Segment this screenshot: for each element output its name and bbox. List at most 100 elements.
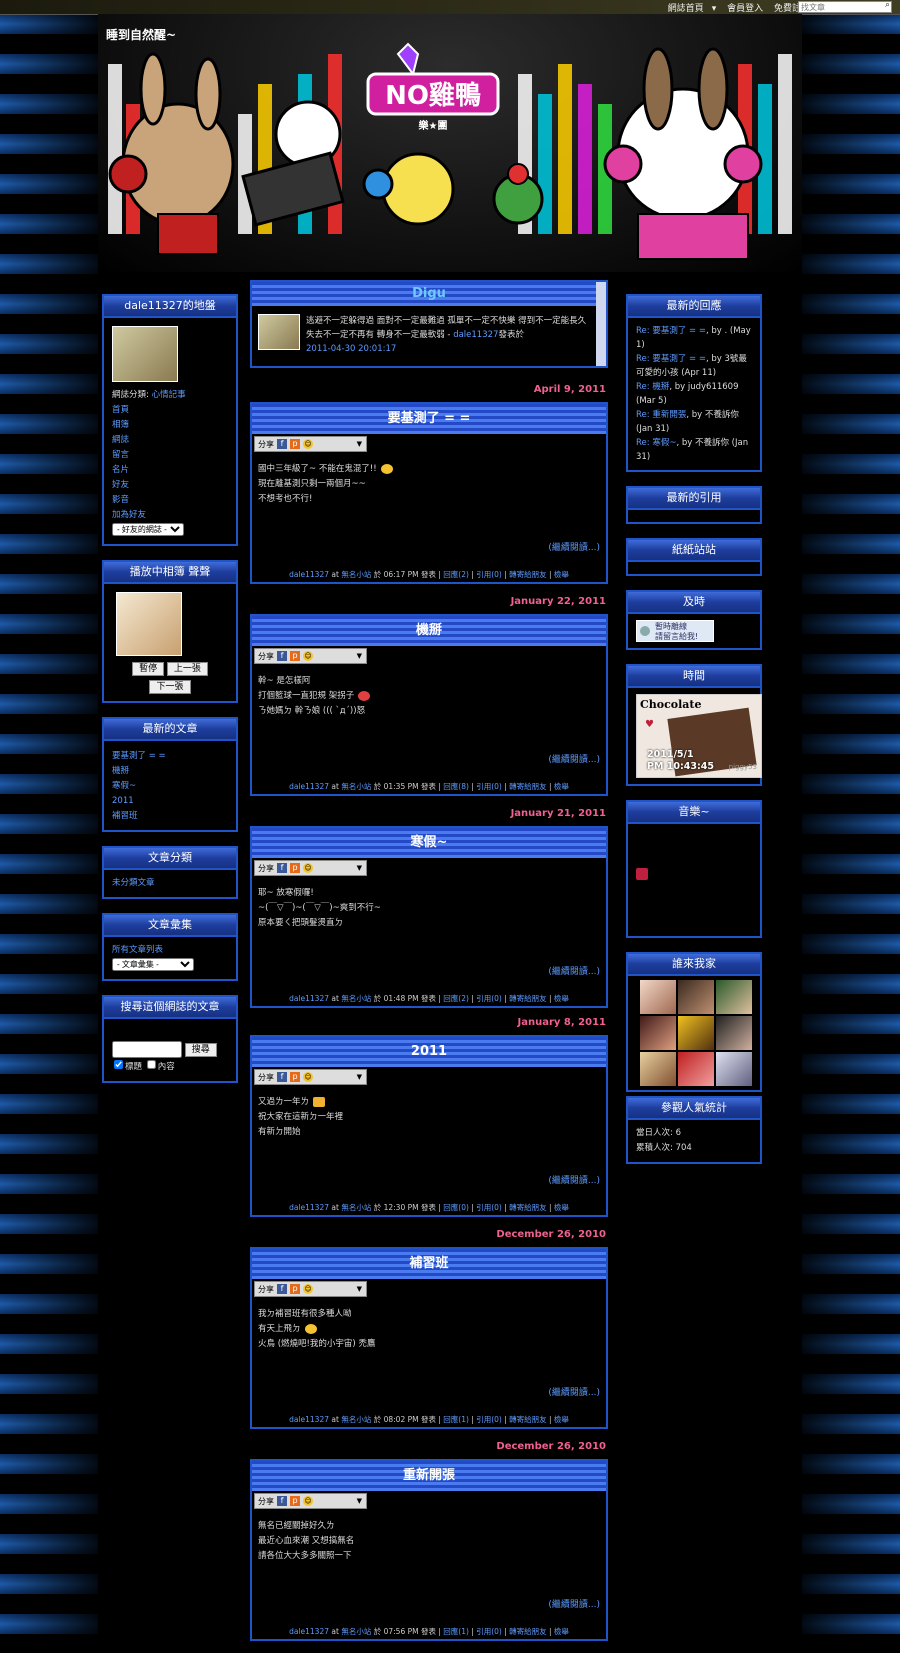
forward-link[interactable]: 轉寄給朋友: [509, 782, 547, 791]
digu-scrollbar[interactable]: [596, 282, 606, 366]
post-title[interactable]: 補習班: [252, 1249, 606, 1279]
reply-count-link[interactable]: 回應(1): [443, 1415, 469, 1424]
blog-site-link[interactable]: 無名小站: [341, 994, 371, 1003]
search-title-checkbox[interactable]: [114, 1060, 123, 1069]
read-more-link[interactable]: (繼續閱讀...): [548, 543, 600, 553]
forward-link[interactable]: 轉寄給朋友: [509, 1415, 547, 1424]
read-more-link[interactable]: (繼續閱讀...): [548, 755, 600, 765]
read-more-link[interactable]: (繼續閱讀...): [548, 967, 600, 977]
author-link[interactable]: dale11327: [289, 782, 329, 791]
reply-link[interactable]: Re: 寒假~: [636, 438, 676, 448]
messenger-status-button[interactable]: 暫時離線 請留言給我!: [636, 620, 714, 642]
blog-site-link[interactable]: 無名小站: [341, 570, 371, 579]
facebook-icon[interactable]: f: [277, 863, 287, 873]
nav-friends[interactable]: 好友: [112, 478, 228, 493]
nav-blog[interactable]: 網誌: [112, 433, 228, 448]
trackback-link[interactable]: 引用(0): [476, 1415, 502, 1424]
digu-title-link[interactable]: Digu: [412, 286, 446, 301]
visitor-avatar[interactable]: [678, 1052, 714, 1086]
all-posts-link[interactable]: 所有文章列表: [112, 943, 228, 958]
nav-guestbook[interactable]: 留言: [112, 448, 228, 463]
chevron-down-icon[interactable]: ▼: [357, 440, 362, 448]
portal-menu[interactable]: 網誌首頁: [668, 4, 704, 14]
blog-site-link[interactable]: 無名小站: [341, 782, 371, 791]
forward-link[interactable]: 轉寄給朋友: [509, 1203, 547, 1212]
recent-post-link[interactable]: 2011: [112, 794, 228, 809]
category-link[interactable]: 心情記事: [152, 390, 186, 400]
post-title[interactable]: 要基測了 = =: [252, 404, 606, 434]
smiley-icon[interactable]: ☺: [303, 439, 313, 449]
author-link[interactable]: dale11327: [289, 994, 329, 1003]
read-more-link[interactable]: (繼續閱讀...): [548, 1600, 600, 1610]
share-bar[interactable]: 分享 f p ☺ ▼: [254, 1069, 367, 1085]
prev-button[interactable]: 上一張: [166, 662, 208, 676]
reply-count-link[interactable]: 回應(2): [443, 570, 469, 579]
visitor-avatar[interactable]: [716, 1052, 752, 1086]
forward-link[interactable]: 轉寄給朋友: [509, 1627, 547, 1636]
visitor-avatar[interactable]: [716, 980, 752, 1014]
album-photo[interactable]: [116, 592, 182, 656]
nav-video[interactable]: 影音: [112, 493, 228, 508]
nav-album[interactable]: 相簿: [112, 418, 228, 433]
visitor-avatar[interactable]: [716, 1016, 752, 1050]
report-link[interactable]: 檢舉: [554, 782, 569, 791]
plurk-icon[interactable]: p: [290, 863, 300, 873]
share-bar[interactable]: 分享 f p ☺ ▼: [254, 648, 367, 664]
report-link[interactable]: 檢舉: [554, 1203, 569, 1212]
blog-search-input[interactable]: [112, 1041, 182, 1058]
visitor-avatar[interactable]: [640, 1016, 676, 1050]
post-title[interactable]: 重新開張: [252, 1461, 606, 1491]
nav-card[interactable]: 名片: [112, 463, 228, 478]
visitor-avatar[interactable]: [640, 1052, 676, 1086]
read-more-link[interactable]: (繼續閱讀...): [548, 1388, 600, 1398]
reply-link[interactable]: Re: 要基測了 = =: [636, 354, 706, 364]
facebook-icon[interactable]: f: [277, 651, 287, 661]
post-title[interactable]: 寒假~: [252, 828, 606, 858]
reply-count-link[interactable]: 回應(8): [443, 782, 469, 791]
reply-count-link[interactable]: 回應(1): [443, 1627, 469, 1636]
category-item[interactable]: 未分類文章: [112, 876, 228, 891]
smiley-icon[interactable]: ☺: [303, 1284, 313, 1294]
recent-post-link[interactable]: 機掰: [112, 764, 228, 779]
visitor-avatar[interactable]: [678, 980, 714, 1014]
report-link[interactable]: 檢舉: [554, 570, 569, 579]
nav-add-friend[interactable]: 加為好友: [112, 508, 228, 523]
chevron-down-icon[interactable]: ▼: [357, 864, 362, 872]
archive-select[interactable]: - 文章彙集 -: [112, 958, 194, 971]
digu-user-link[interactable]: dale11327: [453, 330, 498, 340]
post-title[interactable]: 2011: [252, 1037, 606, 1067]
forward-link[interactable]: 轉寄給朋友: [509, 570, 547, 579]
blog-site-link[interactable]: 無名小站: [341, 1415, 371, 1424]
smiley-icon[interactable]: ☺: [303, 651, 313, 661]
next-button[interactable]: 下一張: [149, 680, 191, 694]
smiley-icon[interactable]: ☺: [303, 863, 313, 873]
report-link[interactable]: 檢舉: [554, 994, 569, 1003]
login-link[interactable]: 會員登入: [727, 4, 763, 14]
recent-post-link[interactable]: 寒假~: [112, 779, 228, 794]
trackback-link[interactable]: 引用(0): [476, 1203, 502, 1212]
site-search-input[interactable]: [798, 1, 892, 13]
share-bar[interactable]: 分享 f p ☺ ▼: [254, 860, 367, 876]
music-player-icon[interactable]: [636, 868, 648, 880]
profile-avatar[interactable]: [112, 326, 178, 382]
chevron-down-icon[interactable]: ▼: [357, 1073, 362, 1081]
trackback-link[interactable]: 引用(0): [476, 570, 502, 579]
author-link[interactable]: dale11327: [289, 570, 329, 579]
share-bar[interactable]: 分享 f p ☺ ▼: [254, 1281, 367, 1297]
reply-count-link[interactable]: 回應(2): [443, 994, 469, 1003]
search-icon[interactable]: ⌕: [885, 0, 890, 10]
reply-count-link[interactable]: 回應(0): [443, 1203, 469, 1212]
trackback-link[interactable]: 引用(0): [476, 1627, 502, 1636]
author-link[interactable]: dale11327: [289, 1627, 329, 1636]
facebook-icon[interactable]: f: [277, 439, 287, 449]
reply-link[interactable]: Re: 機掰: [636, 382, 669, 392]
visitor-avatar[interactable]: [678, 1016, 714, 1050]
chevron-down-icon[interactable]: ▼: [357, 652, 362, 660]
facebook-icon[interactable]: f: [277, 1496, 287, 1506]
plurk-icon[interactable]: p: [290, 1496, 300, 1506]
smiley-icon[interactable]: ☺: [303, 1496, 313, 1506]
share-bar[interactable]: 分享 f p ☺ ▼: [254, 436, 367, 452]
smiley-icon[interactable]: ☺: [303, 1072, 313, 1082]
read-more-link[interactable]: (繼續閱讀...): [548, 1176, 600, 1186]
report-link[interactable]: 檢舉: [554, 1415, 569, 1424]
